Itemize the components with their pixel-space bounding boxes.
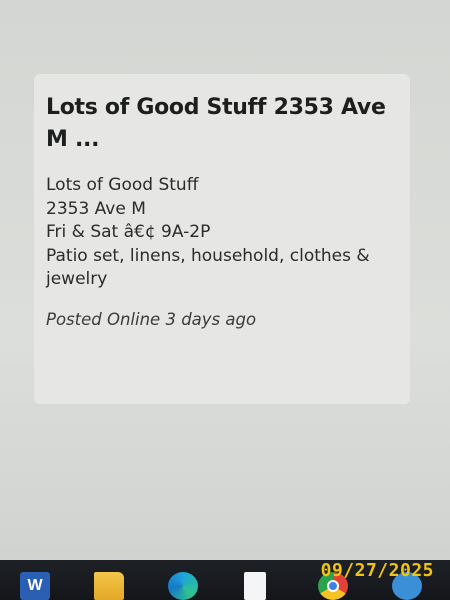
folder-icon[interactable] xyxy=(94,572,124,600)
listing-card[interactable]: Lots of Good Stuff 2353 Ave M ... Lots o… xyxy=(34,74,410,404)
document-icon[interactable] xyxy=(244,572,266,600)
listing-line-items: Patio set, linens, household, clothes & … xyxy=(46,245,370,290)
listing-line-address: 2353 Ave M xyxy=(46,198,146,219)
listing-line-name: Lots of Good Stuff xyxy=(46,175,199,195)
listing-description: Lots of Good Stuff 2353 Ave M Fri & Sat … xyxy=(46,174,391,292)
edge-icon[interactable] xyxy=(168,572,198,600)
photo-date-stamp: 09/27/2025 xyxy=(320,560,434,581)
browser-page: Lots of Good Stuff 2353 Ave M ... Lots o… xyxy=(0,0,450,560)
listing-title[interactable]: Lots of Good Stuff 2353 Ave M ... xyxy=(46,92,396,156)
listing-line-hours: Fri & Sat â€¢ 9A-2P xyxy=(46,222,211,242)
word-icon[interactable]: W xyxy=(20,572,50,600)
posted-timestamp: Posted Online 3 days ago xyxy=(46,309,257,329)
